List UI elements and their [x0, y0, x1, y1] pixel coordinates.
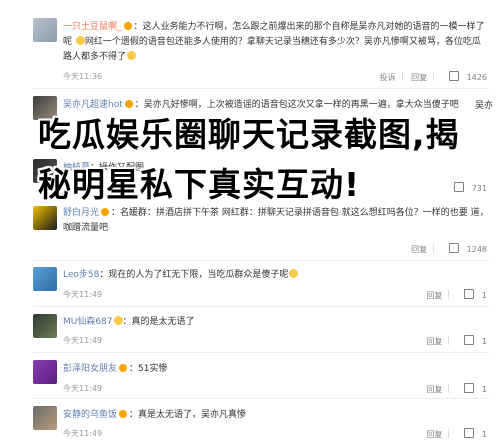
- like-button[interactable]: 1: [458, 428, 487, 439]
- comment-time: 今天11:49: [63, 384, 103, 393]
- comment-actions: 回复 1: [420, 383, 487, 395]
- comment-username[interactable]: 一只土豆鼠啊_: [63, 22, 122, 32]
- comment-time: 今天11:49: [63, 290, 103, 299]
- emoji-icon: [127, 51, 137, 60]
- vip-badge-icon: [123, 22, 132, 30]
- comment-text: 一只土豆鼠啊_ ：这人业务能力不行啊，怎么跟之前爆出来的那个自称是吴亦凡对她的语音…: [63, 20, 489, 65]
- like-count: 1: [481, 291, 487, 300]
- overlay-headline: 吃瓜娱乐圈聊天记录截图,揭秘明星私下真实互动!: [38, 115, 460, 204]
- vip-badge-icon: [124, 100, 133, 108]
- comment-actions: 回复 1: [420, 428, 487, 440]
- comment-time: 今天11:36: [63, 72, 103, 81]
- comment-text: 安静的乌鱼饭 ：真是太无语了，吴亦凡真惨: [63, 408, 489, 423]
- separator: [448, 290, 450, 299]
- avatar[interactable]: [33, 360, 57, 384]
- like-count: 1426: [466, 73, 487, 82]
- report-link[interactable]: 投诉: [380, 72, 396, 83]
- like-icon: [463, 289, 474, 299]
- like-icon: [463, 335, 474, 345]
- comment-body: ：真的是太无语了: [122, 317, 195, 327]
- reply-link[interactable]: 回复: [411, 244, 427, 255]
- comment-body-continued: 网红一个遗假的语音包还能多人使用的？拿聊天记录当穗还有多少次？吴亦凡惨啊又被骂，…: [63, 37, 481, 62]
- like-button[interactable]: 1: [458, 335, 487, 346]
- divider: [33, 88, 489, 89]
- divider: [33, 398, 489, 399]
- comment-text: Leo步58：现在的人为了红无下限，当吃瓜群众是傻子呢: [63, 268, 489, 283]
- like-count: 1: [481, 337, 487, 346]
- like-count: 1248: [466, 245, 487, 254]
- reply-link[interactable]: 回复: [411, 72, 427, 83]
- reply-link[interactable]: 回复: [426, 384, 442, 395]
- comment-username[interactable]: 安静的乌鱼饭: [63, 410, 117, 420]
- like-button[interactable]: 1: [458, 289, 487, 300]
- separator: [433, 72, 435, 81]
- separator: [448, 429, 450, 438]
- divider: [33, 306, 489, 307]
- comment-actions: 回复 1: [420, 289, 487, 301]
- comment-username[interactable]: MU仙森687: [63, 317, 113, 327]
- reply-link[interactable]: 回复: [426, 290, 442, 301]
- like-button[interactable]: 1: [458, 383, 487, 394]
- avatar[interactable]: [33, 267, 57, 291]
- comment-feed: 一只土豆鼠啊_ ：这人业务能力不行啊，怎么跟之前爆出来的那个自称是吴亦凡对她的语音…: [0, 0, 499, 448]
- comment-time: 今天11:49: [63, 429, 103, 438]
- like-icon: [448, 243, 459, 253]
- like-count: 1: [481, 385, 487, 394]
- like-button[interactable]: 1248: [443, 243, 487, 254]
- comment-actions: 回复 1: [420, 335, 487, 347]
- separator: [448, 384, 450, 393]
- avatar[interactable]: [33, 406, 57, 430]
- comment-time: 今天11:49: [63, 336, 103, 345]
- like-button[interactable]: 1426: [443, 71, 487, 82]
- avatar[interactable]: [33, 18, 57, 42]
- comment-username[interactable]: Leo步58: [63, 270, 99, 280]
- comment-body: ：真是太无语了，吴亦凡真惨: [129, 410, 247, 420]
- vip-badge-icon: [119, 410, 128, 418]
- emoji-icon: [289, 269, 299, 278]
- comment-text: 彭泽阳女朋友 ：51实惨: [63, 362, 489, 377]
- comment-body: ：51实惨: [129, 364, 168, 374]
- avatar[interactable]: [33, 314, 57, 338]
- divider: [33, 352, 489, 353]
- separator: [433, 244, 435, 253]
- comment-username[interactable]: 彭泽阳女朋友: [63, 364, 117, 374]
- reply-link[interactable]: 回复: [426, 429, 442, 440]
- comment-username[interactable]: 吴亦凡超速hot: [63, 100, 123, 110]
- separator: [401, 72, 403, 81]
- comment-text: MU仙森687 ：真的是太无语了: [63, 315, 489, 330]
- reply-link[interactable]: 回复: [426, 336, 442, 347]
- emoji-icon: [113, 316, 123, 325]
- like-icon: [448, 71, 459, 81]
- like-icon: [463, 428, 474, 438]
- comment-text: 舒白月光 ：名媛群：拼酒店拼下午茶 网红群：拼聊天记录拼语音包 就这么想红吗各位？…: [63, 206, 489, 236]
- comment-body: ：现在的人为了红无下限，当吃瓜群众是傻子呢: [99, 270, 289, 280]
- comment-actions: 投诉 回复 1426: [374, 71, 487, 83]
- like-count: 1: [481, 430, 487, 439]
- comment-body: ：吴亦凡好惨啊，上次被造谣的语音包这次又拿一样的再黑一遍，拿大众当傻子吧: [134, 100, 459, 110]
- vip-badge-icon: [119, 364, 128, 372]
- separator: [448, 336, 450, 345]
- like-icon: [463, 383, 474, 393]
- emoji-icon: [75, 36, 85, 45]
- divider: [33, 260, 489, 261]
- comment-actions: 回复 1248: [405, 243, 487, 255]
